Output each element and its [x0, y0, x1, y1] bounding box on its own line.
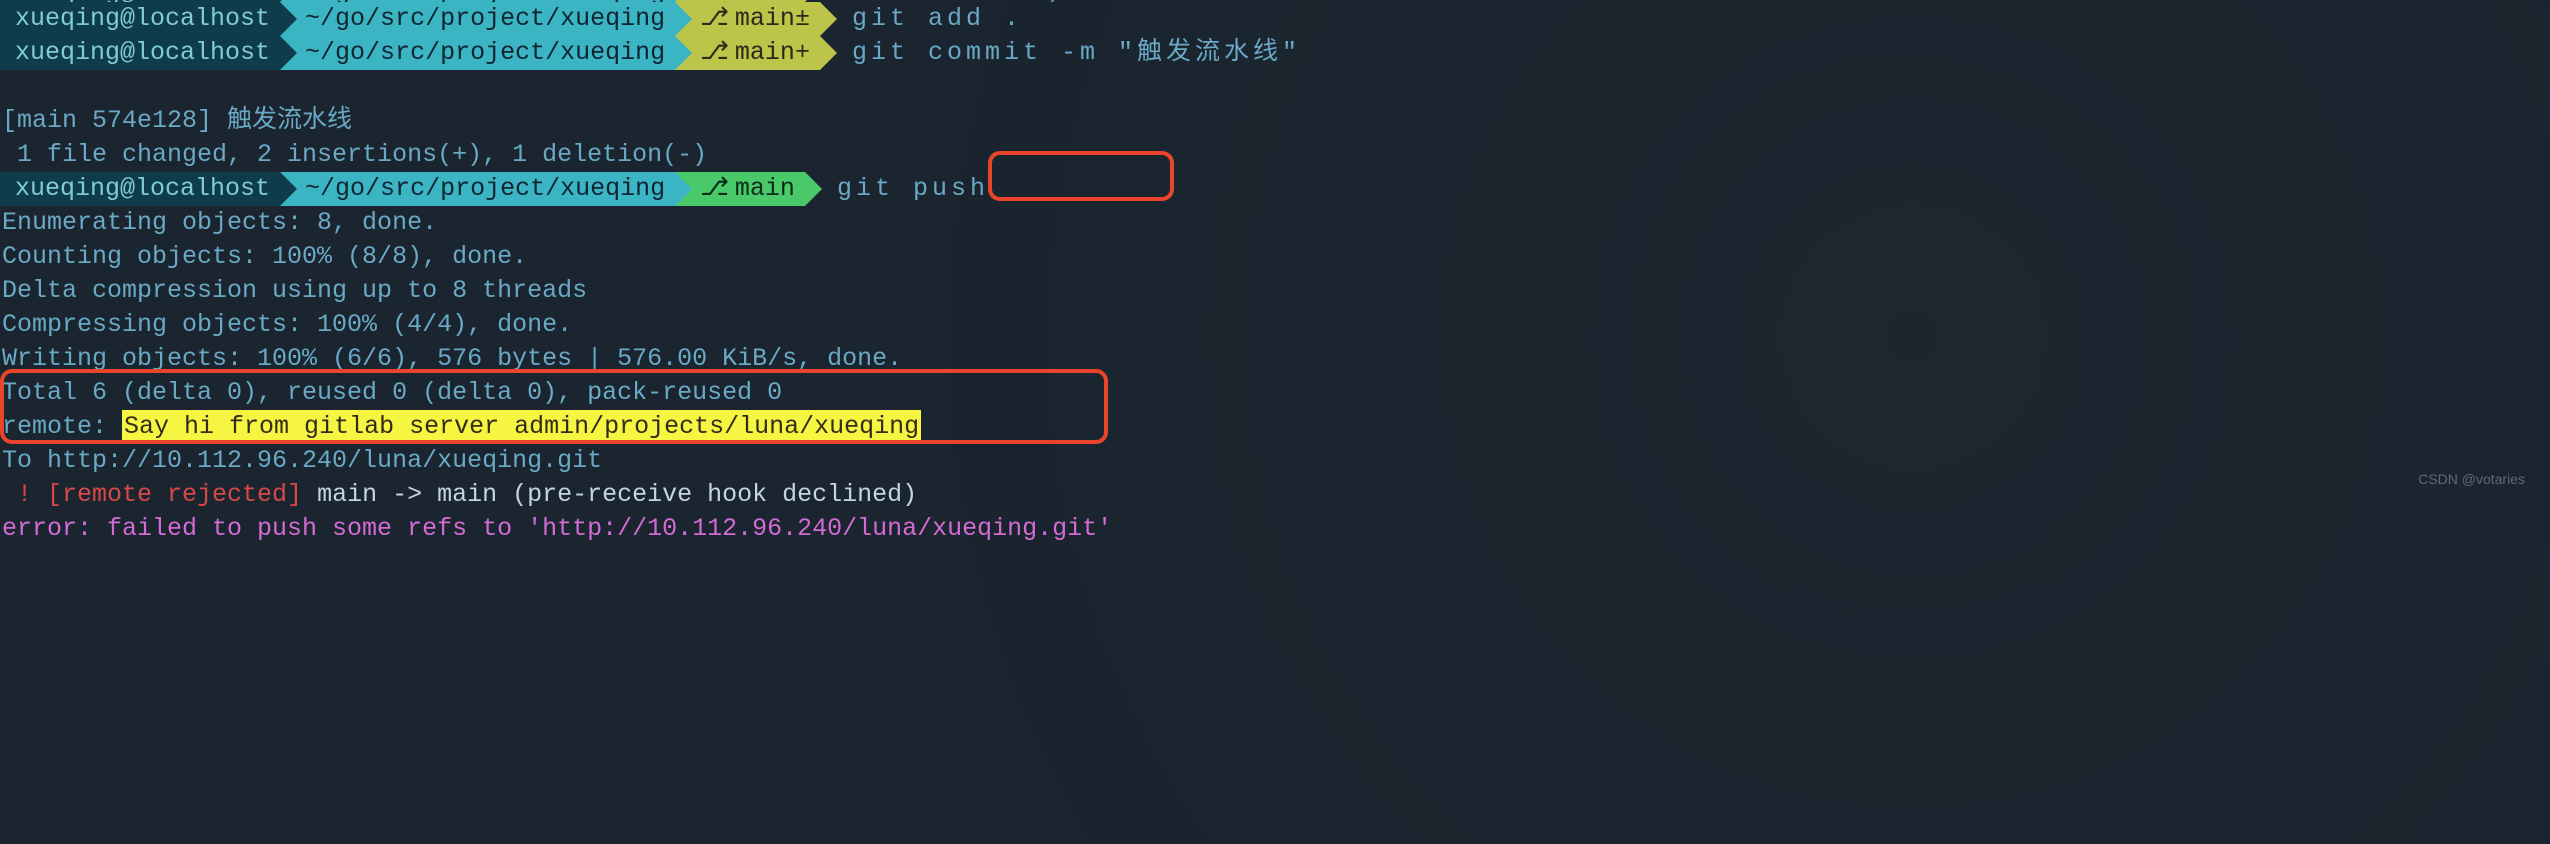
separator-icon: [675, 2, 692, 36]
prompt-line[interactable]: xueqing@localhost ~/go/src/project/xueqi…: [0, 172, 2550, 206]
output-line: Counting objects: 100% (8/8), done.: [0, 240, 2550, 274]
prompt-user: xueqing@localhost: [0, 2, 280, 36]
reject-bracket: [remote rejected]: [47, 478, 302, 512]
branch-icon: ⎇: [700, 172, 729, 206]
separator-icon: [820, 2, 837, 36]
output-line: Delta compression using up to 8 threads: [0, 274, 2550, 308]
annotation-box: [988, 151, 1174, 201]
output-line: [main 574e128] 触发流水线: [0, 104, 2550, 138]
prompt-branch: ⎇main +: [675, 36, 820, 70]
reject-bang: !: [2, 478, 47, 512]
output-line: 1 file changed, 2 insertions(+), 1 delet…: [0, 138, 2550, 172]
prompt-user: xueqing@localhost: [0, 172, 280, 206]
separator-icon: [280, 2, 297, 36]
separator-icon: [805, 0, 822, 2]
separator-icon: [280, 36, 297, 70]
branch-icon: ⎇: [700, 2, 729, 36]
prompt-line[interactable]: xueqing@localhost ~/go/src/project/xueqi…: [0, 2, 2550, 36]
separator-icon: [820, 36, 837, 70]
prompt-path: ~/go/src/project/xueqing: [280, 36, 675, 70]
reject-detail: main -> main (pre-receive hook declined): [302, 478, 917, 512]
separator-icon: [675, 172, 692, 206]
separator-icon: [675, 36, 692, 70]
prompt-line[interactable]: xueqing@localhost ~/go/src/project/xueqi…: [0, 36, 2550, 70]
prompt-branch: ⎇main ±: [675, 2, 820, 36]
prompt-path: ~/go/src/project/xueqing: [280, 172, 675, 206]
prompt-branch: ⎇main: [675, 172, 805, 206]
command-text: git commit -m "触发流水线": [837, 36, 1301, 70]
branch-icon: ⎇: [700, 36, 729, 70]
output-line: To http://10.112.96.240/luna/xueqing.git: [0, 444, 2550, 478]
command-text: git add .: [837, 2, 1023, 36]
error-line: error: failed to push some refs to 'http…: [0, 512, 2550, 546]
reject-line: ! [remote rejected] main -> main (pre-re…: [0, 478, 2550, 512]
output-line: Enumerating objects: 8, done.: [0, 206, 2550, 240]
separator-icon: [805, 172, 822, 206]
separator-icon: [280, 172, 297, 206]
prompt-path: ~/go/src/project/xueqing: [280, 2, 675, 36]
watermark-text: CSDN @votaries: [2418, 470, 2525, 489]
annotation-box: [0, 369, 1108, 444]
terminal-output: xueqing@localhost ~/go/src/project/xueqi…: [0, 0, 2550, 546]
prompt-user: xueqing@localhost: [0, 36, 280, 70]
output-line: Compressing objects: 100% (4/4), done.: [0, 308, 2550, 342]
command-text: git push: [822, 172, 989, 206]
